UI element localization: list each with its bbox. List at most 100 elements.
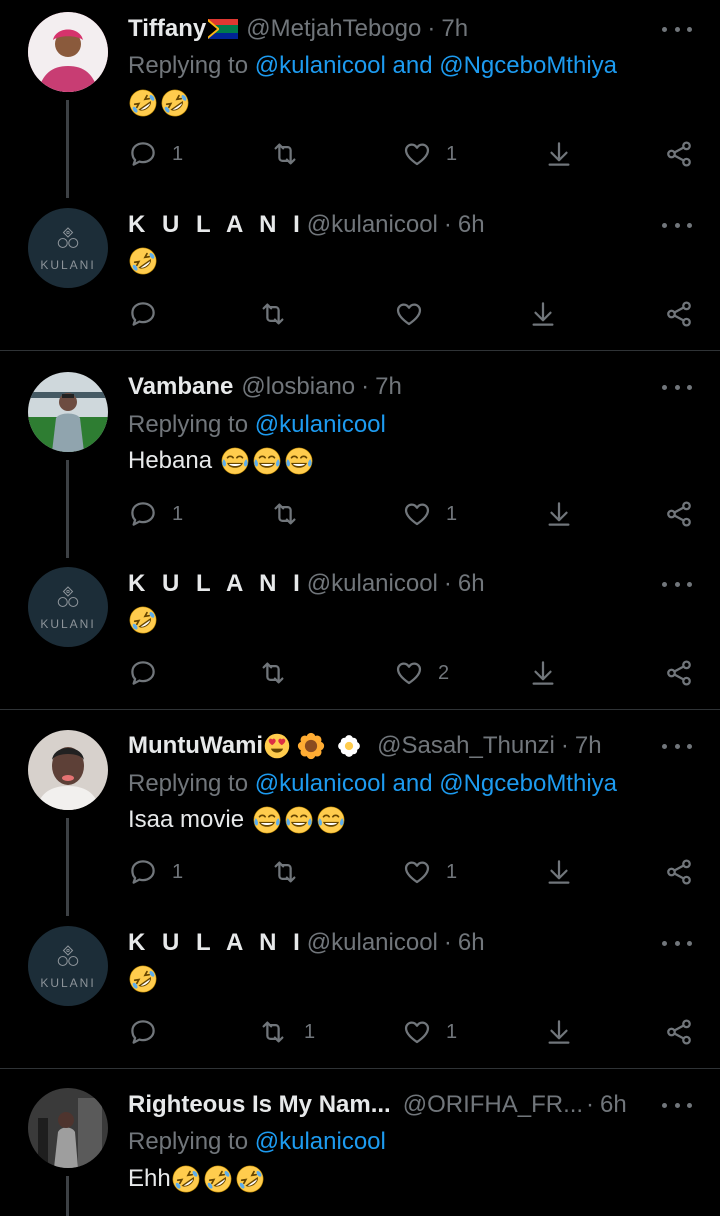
avatar[interactable]: KULANI	[28, 926, 108, 1006]
display-name[interactable]: Righteous Is My Nam...	[128, 1091, 391, 1119]
display-name[interactable]: Tiffany	[128, 15, 206, 43]
mention-link[interactable]: @kulanicool	[255, 411, 386, 438]
mention-link[interactable]: @kulanicool and @NgceboMthiya	[255, 770, 617, 797]
display-name[interactable]: K U L A N I	[128, 211, 305, 239]
download-button[interactable]	[528, 657, 558, 689]
reply-button[interactable]: 1	[128, 856, 183, 888]
like-icon	[402, 1017, 432, 1047]
download-button[interactable]	[544, 138, 574, 170]
reply-count: 1	[172, 142, 184, 165]
tweet-header: Tiffany @MetjahTebogo · 7h	[128, 12, 660, 46]
retweet-button[interactable]	[258, 298, 302, 330]
like-icon	[394, 299, 424, 329]
retweet-button[interactable]	[270, 138, 314, 170]
display-name[interactable]: K U L A N I	[128, 570, 305, 598]
more-icon[interactable]	[662, 574, 692, 594]
tweet[interactable]: KULANI K U L A N I @kulanicool · 6h 1 1	[0, 914, 720, 1066]
more-icon[interactable]	[662, 377, 692, 397]
more-icon[interactable]	[662, 736, 692, 756]
tweet[interactable]: Vambane @losbiano · 7h Replying to @kula…	[0, 360, 720, 558]
tweet[interactable]: Righteous Is My Nam... @ORIFHA_FR... · 6…	[0, 1078, 720, 1216]
like-button[interactable]: 1	[402, 138, 457, 170]
retweet-icon	[270, 857, 300, 887]
rofl-emoji-icon	[160, 88, 190, 118]
replying-to-label: Replying to	[128, 1128, 255, 1155]
mention-link[interactable]: @kulanicool and @NgceboMthiya	[255, 52, 617, 79]
mention-link[interactable]: @kulanicool	[255, 1128, 386, 1155]
like-button[interactable]: 2	[394, 657, 449, 689]
more-icon[interactable]	[662, 215, 692, 235]
tweet-text-content: Ehh	[128, 1165, 171, 1192]
share-icon	[664, 139, 694, 169]
more-icon[interactable]	[662, 933, 692, 953]
timestamp[interactable]: 7h	[441, 15, 468, 43]
download-button[interactable]	[528, 298, 558, 330]
handle[interactable]: @ORIFHA_FR...	[403, 1091, 583, 1119]
avatar[interactable]: KULANI	[28, 208, 108, 288]
retweet-count: 1	[304, 1020, 316, 1043]
download-button[interactable]	[544, 498, 574, 530]
download-icon	[528, 658, 558, 688]
separator-dot: ·	[586, 1091, 594, 1118]
more-icon[interactable]	[662, 1095, 692, 1115]
joy-emoji-icon	[252, 805, 282, 835]
reply-button[interactable]	[128, 1016, 172, 1048]
timestamp[interactable]: 7h	[575, 732, 602, 760]
timestamp[interactable]: 6h	[600, 1091, 627, 1119]
display-name[interactable]: Vambane	[128, 373, 233, 401]
reply-button[interactable]	[128, 298, 172, 330]
handle[interactable]: @kulanicool	[307, 570, 438, 598]
download-button[interactable]	[544, 1016, 574, 1048]
share-button[interactable]	[664, 298, 694, 330]
share-icon	[664, 299, 694, 329]
like-icon	[394, 658, 424, 688]
share-button[interactable]	[664, 138, 694, 170]
share-button[interactable]	[664, 657, 694, 689]
reply-icon	[128, 658, 158, 688]
timestamp[interactable]: 6h	[458, 570, 485, 598]
handle[interactable]: @kulanicool	[307, 211, 438, 239]
avatar[interactable]	[28, 372, 108, 452]
tweet[interactable]: MuntuWami @Sasah_Thunzi · 7h Replying to…	[0, 718, 720, 916]
retweet-button[interactable]	[258, 657, 302, 689]
handle[interactable]: @losbiano	[241, 373, 355, 401]
replying-to: Replying to @kulanicool	[128, 1128, 386, 1156]
avatar[interactable]: KULANI	[28, 567, 108, 647]
share-icon	[664, 658, 694, 688]
divider	[0, 1068, 720, 1069]
handle[interactable]: @MetjahTebogo	[246, 15, 421, 43]
like-button[interactable]: 1	[402, 498, 457, 530]
like-button[interactable]: 1	[402, 856, 457, 888]
kulani-logo-icon	[53, 943, 83, 973]
timestamp[interactable]: 6h	[458, 929, 485, 957]
timestamp[interactable]: 7h	[375, 373, 402, 401]
reply-button[interactable]: 1	[128, 138, 183, 170]
tweet[interactable]: Tiffany @MetjahTebogo · 7h Replying to @…	[0, 0, 720, 198]
retweet-button[interactable]	[270, 856, 314, 888]
share-button[interactable]	[664, 1016, 694, 1048]
reply-button[interactable]	[128, 657, 172, 689]
download-icon	[544, 1017, 574, 1047]
avatar[interactable]	[28, 730, 108, 810]
retweet-button[interactable]	[270, 498, 314, 530]
sunflower-emoji-icon	[297, 732, 325, 760]
timestamp[interactable]: 6h	[458, 211, 485, 239]
rofl-emoji-icon	[128, 964, 158, 994]
avatar[interactable]	[28, 12, 108, 92]
avatar[interactable]	[28, 1088, 108, 1168]
handle[interactable]: @Sasah_Thunzi	[377, 732, 555, 760]
share-button[interactable]	[664, 498, 694, 530]
reply-button[interactable]: 1	[128, 498, 183, 530]
like-button[interactable]	[394, 298, 438, 330]
more-icon[interactable]	[662, 19, 692, 39]
tweet[interactable]: KULANI K U L A N I @kulanicool · 6h	[0, 196, 720, 348]
download-icon	[544, 857, 574, 887]
download-button[interactable]	[544, 856, 574, 888]
display-name[interactable]: K U L A N I	[128, 929, 305, 957]
retweet-button[interactable]: 1	[258, 1016, 315, 1048]
display-name[interactable]: MuntuWami	[128, 732, 263, 760]
share-button[interactable]	[664, 856, 694, 888]
tweet[interactable]: KULANI K U L A N I @kulanicool · 6h 2	[0, 555, 720, 707]
like-button[interactable]: 1	[402, 1016, 457, 1048]
handle[interactable]: @kulanicool	[307, 929, 438, 957]
